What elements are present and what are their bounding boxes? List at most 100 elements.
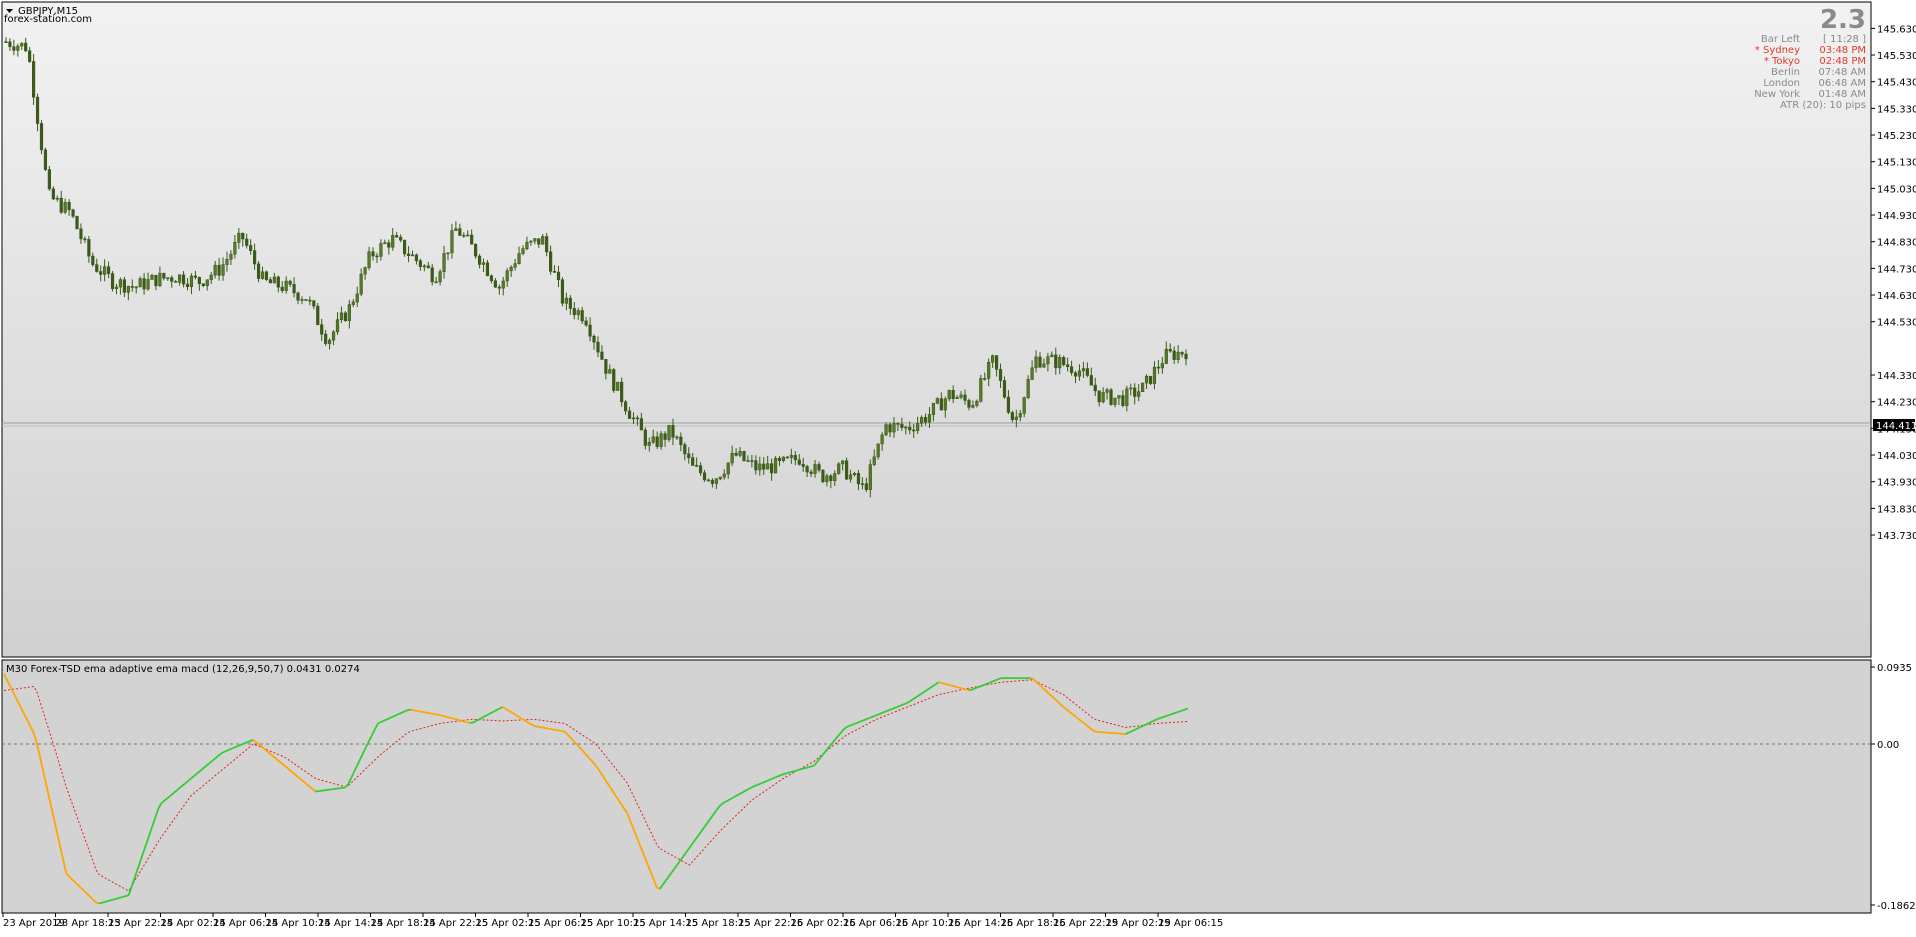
candle-body bbox=[624, 402, 627, 411]
candle-body bbox=[684, 445, 687, 454]
candle-body bbox=[628, 411, 631, 419]
candle-body bbox=[770, 464, 773, 473]
candle-body bbox=[190, 276, 193, 287]
candle-body bbox=[731, 453, 734, 463]
macd-line-segment bbox=[847, 726, 850, 727]
candle-body bbox=[853, 473, 856, 475]
macd-line-segment bbox=[396, 714, 399, 715]
candle-body bbox=[573, 308, 576, 314]
candle-body bbox=[376, 256, 379, 257]
current-price-label: 144.411 bbox=[1876, 421, 1916, 432]
macd-line-segment bbox=[464, 721, 467, 722]
macd-line-segment bbox=[879, 713, 882, 714]
time-axis[interactable]: 23 Apr 201923 Apr 18:1523 Apr 22:1524 Ap… bbox=[3, 913, 1223, 929]
chart-canvas[interactable]: GBPJPY,M15 forex-station.com 2.3 Bar Lef… bbox=[0, 0, 1916, 933]
session-time-london: 06:48 AM bbox=[1819, 78, 1866, 89]
candle-body bbox=[585, 321, 588, 325]
candle-body bbox=[218, 265, 221, 275]
candle-body bbox=[163, 273, 166, 278]
candle-body bbox=[612, 370, 615, 391]
price-axis-label: 143.730 bbox=[1877, 531, 1916, 542]
indicator-pane[interactable] bbox=[2, 660, 1871, 913]
candle-body bbox=[514, 264, 517, 268]
macd-line-segment bbox=[449, 718, 452, 719]
macd-line-segment bbox=[378, 722, 381, 723]
candle-body bbox=[522, 249, 525, 254]
candle-body bbox=[541, 236, 544, 244]
candle-body bbox=[305, 299, 308, 300]
macd-line-segment bbox=[446, 717, 449, 718]
candle-body bbox=[976, 401, 979, 405]
mt4-chart-window[interactable]: GBPJPY,M15 forex-station.com 2.3 Bar Lef… bbox=[0, 0, 1916, 933]
macd-line-segment bbox=[752, 786, 755, 787]
macd-line-segment bbox=[1138, 727, 1141, 728]
macd-line-segment bbox=[983, 684, 986, 685]
candle-body bbox=[845, 461, 848, 479]
macd-line-segment bbox=[888, 709, 891, 710]
candle-body bbox=[1118, 396, 1121, 398]
price-axis-label: 145.130 bbox=[1877, 158, 1916, 169]
price-axis[interactable]: 145.630145.530145.430145.330145.230145.1… bbox=[1871, 24, 1916, 542]
candle-body bbox=[1054, 355, 1057, 368]
macd-line-segment bbox=[945, 684, 948, 685]
macd-line-segment bbox=[885, 710, 888, 711]
candle-body bbox=[451, 231, 454, 253]
candle-body bbox=[415, 255, 418, 261]
macd-line-segment bbox=[467, 722, 470, 723]
candle-body bbox=[407, 254, 410, 256]
candle-body bbox=[616, 382, 619, 390]
macd-line-segment bbox=[1132, 730, 1135, 731]
candle-body bbox=[395, 235, 398, 237]
candle-body bbox=[964, 395, 967, 401]
price-axis-label: 144.230 bbox=[1877, 398, 1916, 409]
candle-body bbox=[806, 466, 809, 472]
source-label: forex-station.com bbox=[4, 14, 92, 25]
candle-body bbox=[234, 242, 237, 254]
candle-body bbox=[739, 451, 742, 455]
macd-line-segment bbox=[559, 731, 562, 732]
indicator-title: M30 Forex-TSD ema adaptive ema macd (12,… bbox=[6, 664, 360, 675]
macd-line-segment bbox=[1129, 731, 1132, 732]
indicator-axis[interactable]: 0.0935 0.00 -0.1862 bbox=[1871, 663, 1916, 912]
candle-body bbox=[905, 427, 908, 428]
candle-body bbox=[1066, 365, 1069, 367]
candle-body bbox=[313, 301, 316, 306]
candle-body bbox=[198, 277, 201, 283]
macd-line-segment bbox=[1031, 678, 1034, 679]
macd-line-segment bbox=[232, 747, 235, 748]
candle-body bbox=[1153, 367, 1156, 384]
price-axis-label: 144.930 bbox=[1877, 211, 1916, 222]
macd-line-segment bbox=[1158, 718, 1161, 719]
candle-body bbox=[1181, 352, 1184, 354]
candle-body bbox=[534, 239, 537, 241]
candle-body bbox=[502, 281, 505, 288]
candle-body bbox=[889, 425, 892, 432]
session-name-berlin: Berlin bbox=[1771, 67, 1800, 78]
macd-line-segment bbox=[998, 678, 1001, 679]
candle-body bbox=[269, 280, 272, 283]
candle-body bbox=[309, 300, 312, 301]
macd-line-segment bbox=[99, 903, 102, 904]
price-pane[interactable] bbox=[2, 2, 1871, 657]
candle-body bbox=[1173, 351, 1176, 360]
candle-body bbox=[956, 397, 959, 398]
candle-body bbox=[1078, 371, 1081, 376]
candle-body bbox=[388, 243, 391, 248]
macd-line-segment bbox=[384, 719, 387, 720]
candle-body bbox=[182, 275, 185, 284]
candle-body bbox=[1129, 388, 1132, 389]
candle-body bbox=[932, 403, 935, 414]
candle-body bbox=[1011, 412, 1014, 419]
macd-line-segment bbox=[767, 780, 770, 781]
candle-body bbox=[486, 263, 489, 276]
candle-body bbox=[364, 268, 367, 275]
macd-line-segment bbox=[1146, 723, 1149, 724]
candle-body bbox=[865, 484, 868, 490]
candle-body bbox=[869, 465, 872, 490]
candle-body bbox=[1035, 357, 1038, 368]
bar-left-value: [ 11:28 ] bbox=[1823, 34, 1866, 45]
candle-body bbox=[88, 239, 91, 256]
candle-body bbox=[589, 325, 592, 336]
macd-line-segment bbox=[868, 718, 871, 719]
candle-body bbox=[238, 233, 241, 242]
